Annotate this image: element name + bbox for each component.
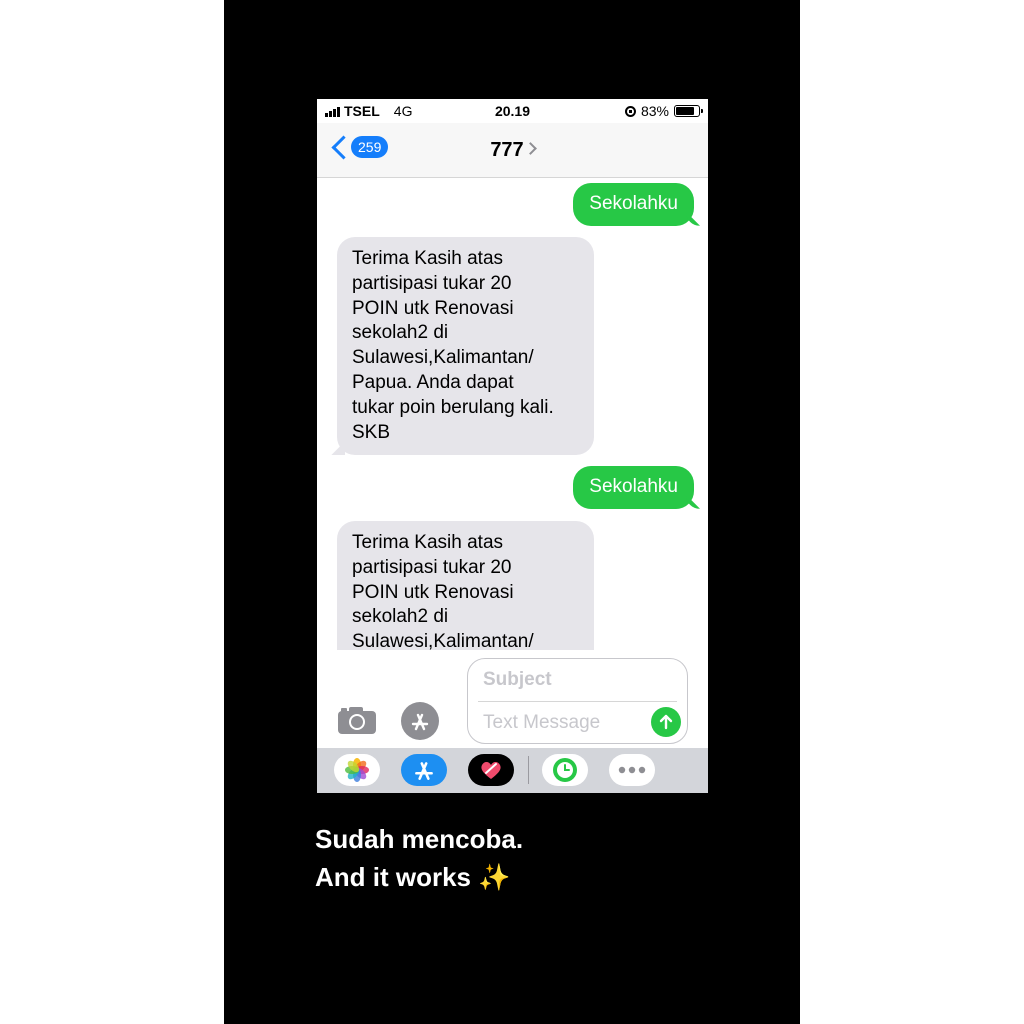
contact-name: 777 (490, 139, 524, 161)
received-message[interactable]: Terima Kasih atas partisipasi tukar 20 P… (337, 521, 594, 650)
sent-message[interactable]: Sekolahku (573, 466, 694, 509)
orientation-lock-icon (624, 105, 636, 117)
more-apps-button[interactable] (609, 754, 655, 786)
app-store-button[interactable] (401, 754, 447, 786)
drawer-separator (528, 756, 529, 784)
more-icon (618, 766, 646, 774)
app-store-icon (411, 713, 429, 731)
conversation-header: 259 777 (317, 123, 708, 178)
chevron-right-icon (523, 142, 537, 155)
battery-percent: 83% (640, 103, 669, 119)
contact-name-button[interactable]: 777 (317, 139, 708, 162)
photos-app-button[interactable] (334, 754, 380, 786)
message-input[interactable]: Text Message (483, 712, 600, 734)
photos-icon (345, 758, 369, 782)
camera-icon (338, 707, 376, 734)
status-bar: TSEL 4G 20.19 83% (317, 99, 708, 123)
caption-line-2: And it works (315, 862, 472, 892)
compose-divider (478, 701, 677, 702)
compose-field[interactable]: Subject Text Message (467, 658, 688, 744)
sent-message[interactable]: Sekolahku (573, 183, 694, 226)
story-caption: Sudah mencoba. And it works ✨ (315, 820, 523, 896)
arrow-up-icon (659, 714, 673, 730)
camera-button[interactable] (337, 705, 377, 735)
activity-app-button[interactable] (542, 754, 588, 786)
received-message[interactable]: Terima Kasih atas partisipasi tukar 20 P… (337, 237, 594, 456)
app-drawer (317, 748, 708, 793)
input-bar: Subject Text Message (317, 650, 708, 748)
caption-line-1: Sudah mencoba. (315, 824, 524, 854)
battery-icon (674, 105, 703, 117)
message-list[interactable]: Sekolahku Terima Kasih atas partisipasi … (317, 178, 708, 650)
activity-icon (553, 758, 577, 782)
send-button[interactable] (651, 707, 681, 737)
apps-button[interactable] (401, 702, 439, 740)
digital-touch-icon (481, 762, 501, 779)
phone-screenshot: TSEL 4G 20.19 83% 259 777 Sekolahku Teri… (317, 99, 708, 793)
app-store-icon (415, 762, 433, 780)
subject-input[interactable]: Subject (483, 669, 552, 691)
digital-touch-button[interactable] (468, 754, 514, 786)
sparkles-emoji: ✨ (478, 862, 511, 892)
